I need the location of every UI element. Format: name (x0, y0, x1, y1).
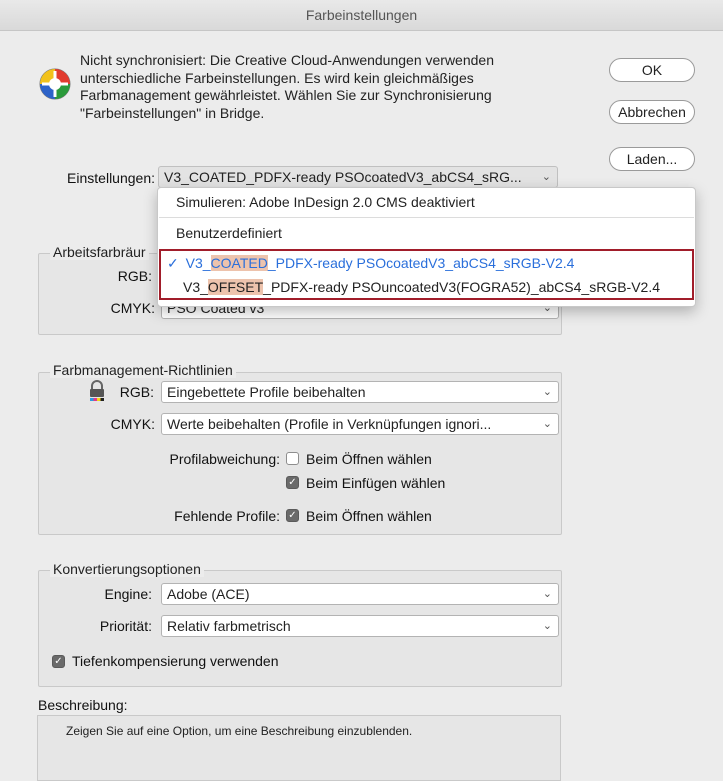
working-rgb-label: RGB: (117, 268, 152, 284)
window-title: Farbeinstellungen (305, 7, 418, 23)
menu-item-offset[interactable]: V3_OFFSET_PDFX-ready PSOuncoatedV3(FOGRA… (183, 279, 714, 295)
load-button[interactable]: Laden... (609, 147, 695, 171)
coated-prefix: V3_ (185, 255, 211, 271)
cancel-button[interactable]: Abbrechen (609, 100, 695, 124)
settings-value: V3_COATED_PDFX-ready PSOcoatedV3_abCS4_s… (164, 169, 522, 185)
engine-label: Engine: (104, 586, 152, 602)
settings-dropdown[interactable]: V3_COATED_PDFX-ready PSOcoatedV3_abCS4_s… (158, 166, 558, 188)
policy-cmyk-value: Werte beibehalten (Profile in Verknüpfun… (167, 416, 492, 432)
engine-select[interactable]: Adobe (ACE) ⌄ (161, 583, 559, 605)
missing-open-label: Beim Öffnen wählen (306, 508, 432, 524)
mismatch-label: Profilabweichung: (169, 451, 280, 467)
bpc-checkbox[interactable]: ✓ (52, 655, 65, 668)
chevron-down-icon: ⌄ (542, 588, 552, 600)
menu-item-custom[interactable]: Benutzerdefiniert (158, 225, 713, 241)
ask-open-checkbox[interactable] (286, 452, 299, 465)
settings-label: Einstellungen: (67, 170, 155, 186)
missing-profiles-label: Fehlende Profile: (174, 508, 280, 524)
title-bar: Farbeinstellungen (0, 0, 723, 31)
policies-legend: Farbmanagement-Richtlinien (50, 362, 236, 378)
working-cmyk-label: CMYK: (110, 300, 155, 316)
menu-item-simulate[interactable]: Simulieren: Adobe InDesign 2.0 CMS deakt… (158, 194, 713, 210)
policy-rgb-select[interactable]: Eingebettete Profile beibehalten ⌄ (161, 381, 559, 403)
description-box: Zeigen Sie auf eine Option, um eine Besc… (37, 715, 561, 781)
coated-suffix: _PDFX-ready PSOcoatedV3_abCS4_sRGB-V2.4 (267, 255, 575, 271)
coated-highlight: COATED (210, 255, 268, 271)
offset-prefix: V3_ (183, 279, 208, 295)
ask-paste-label: Beim Einfügen wählen (306, 475, 446, 491)
checkmark-icon: ✓ (167, 255, 179, 271)
missing-open-checkbox[interactable]: ✓ (286, 509, 299, 522)
menu-item-coated[interactable]: ✓ V3_COATED_PDFX-ready PSOcoatedV3_abCS4… (167, 255, 698, 272)
bpc-label: Tiefenkompensierung verwenden (72, 653, 279, 669)
ask-open-label: Beim Öffnen wählen (306, 451, 432, 467)
policy-rgb-value: Eingebettete Profile beibehalten (167, 384, 366, 400)
menu-divider (159, 217, 694, 218)
chevron-down-icon: ⌄ (541, 171, 551, 183)
working-spaces-legend: Arbeitsfarbräur (50, 244, 149, 260)
conversion-legend: Konvertierungsoptionen (50, 561, 204, 577)
lock-icon (90, 380, 104, 401)
ok-button[interactable]: OK (609, 58, 695, 82)
chevron-down-icon: ⌄ (542, 418, 552, 430)
offset-suffix: _PDFX-ready PSOuncoatedV3(FOGRA52)_abCS4… (263, 279, 661, 295)
policy-cmyk-label: CMYK: (110, 416, 155, 432)
description-label: Beschreibung: (38, 697, 128, 713)
chevron-down-icon: ⌄ (542, 620, 552, 632)
preset-highlight-frame: ✓ V3_COATED_PDFX-ready PSOcoatedV3_abCS4… (159, 249, 694, 300)
policy-rgb-label: RGB: (119, 384, 154, 400)
chevron-down-icon: ⌄ (542, 386, 552, 398)
ask-paste-checkbox[interactable]: ✓ (286, 476, 299, 489)
description-text: Zeigen Sie auf eine Option, um eine Besc… (66, 724, 413, 738)
offset-highlight: OFFSET (207, 279, 264, 295)
intent-label: Priorität: (99, 618, 152, 634)
engine-value: Adobe (ACE) (167, 586, 250, 602)
color-wheel-icon (39, 68, 71, 100)
intent-value: Relativ farbmetrisch (167, 618, 291, 634)
sync-warning-text: Nicht synchronisiert: Die Creative Cloud… (80, 52, 494, 121)
intent-select[interactable]: Relativ farbmetrisch ⌄ (161, 615, 559, 637)
policy-cmyk-select[interactable]: Werte beibehalten (Profile in Verknüpfun… (161, 413, 559, 435)
